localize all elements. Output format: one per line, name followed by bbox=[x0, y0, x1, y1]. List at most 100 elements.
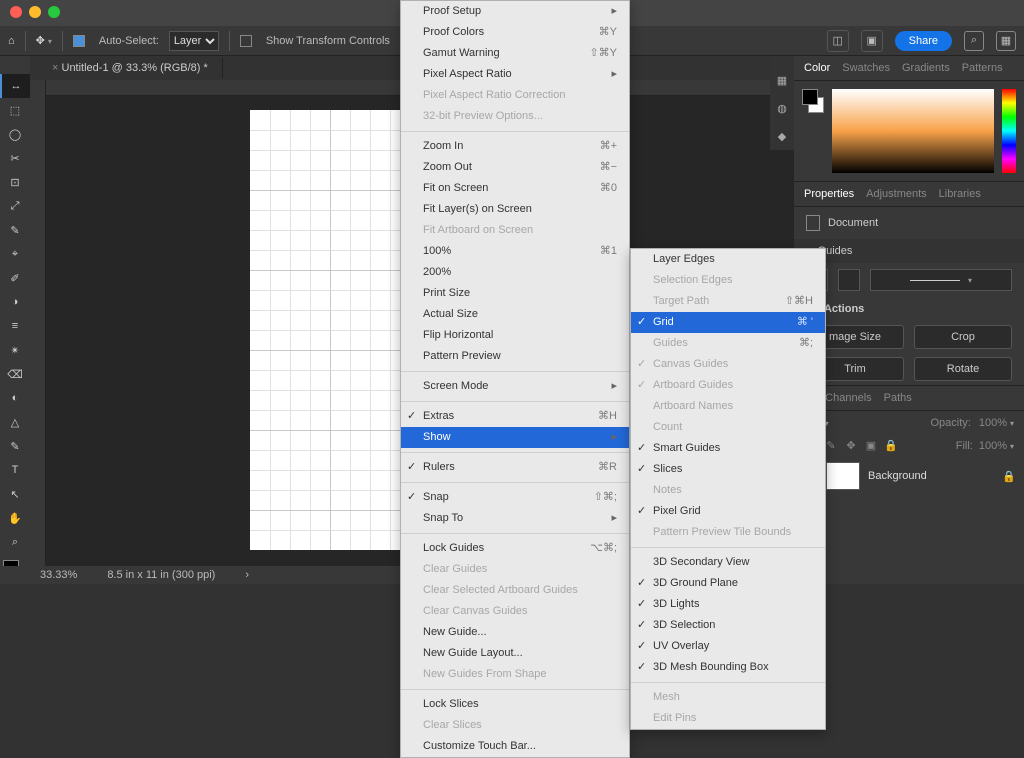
tool-button[interactable]: ↖ bbox=[0, 482, 30, 506]
tool-button[interactable]: ⊡ bbox=[0, 170, 30, 194]
rotate-button[interactable]: Rotate bbox=[914, 357, 1012, 381]
menu-item[interactable]: New Guide... bbox=[401, 622, 629, 643]
fullscreen-window-icon[interactable] bbox=[48, 6, 60, 18]
menu-item[interactable]: ✓Smart Guides bbox=[631, 438, 825, 459]
layer-thumbnail[interactable] bbox=[826, 462, 860, 490]
menu-item[interactable]: ✓3D Mesh Bounding Box bbox=[631, 657, 825, 678]
color-field[interactable] bbox=[832, 89, 994, 173]
menu-item[interactable]: 200% bbox=[401, 262, 629, 283]
panel-tab[interactable]: Properties bbox=[804, 188, 854, 200]
tool-button[interactable]: △ bbox=[0, 410, 30, 434]
menu-item[interactable]: ✓3D Selection bbox=[631, 615, 825, 636]
collapsed-panel-icon[interactable]: ▦ bbox=[770, 66, 794, 94]
menu-item[interactable]: ✓Rulers⌘R bbox=[401, 457, 629, 478]
menu-item[interactable]: ✓UV Overlay bbox=[631, 636, 825, 657]
tool-button[interactable]: ✴ bbox=[0, 338, 30, 362]
lock-icon[interactable]: 🔒 bbox=[1002, 470, 1016, 483]
panel-tab[interactable]: Paths bbox=[884, 392, 912, 404]
tool-button[interactable]: ✎ bbox=[0, 434, 30, 458]
search-icon[interactable]: ⌕ bbox=[964, 31, 984, 51]
tool-button[interactable]: ◐ bbox=[0, 386, 30, 410]
tool-button[interactable]: ✋ bbox=[0, 506, 30, 530]
menu-item[interactable]: Flip Horizontal bbox=[401, 325, 629, 346]
home-icon[interactable]: ⌂ bbox=[8, 35, 15, 47]
collapsed-panel-icon[interactable]: ◍ bbox=[770, 94, 794, 122]
layer-row[interactable]: 👁 Background 🔒 bbox=[794, 456, 1024, 496]
chevron-right-icon[interactable]: › bbox=[245, 569, 249, 581]
menu-item[interactable]: Lock Slices bbox=[401, 694, 629, 715]
menu-item[interactable]: Zoom In⌘+ bbox=[401, 136, 629, 157]
minimize-window-icon[interactable] bbox=[29, 6, 41, 18]
document-tab[interactable]: × Untitled-1 @ 33.3% (RGB/8) * bbox=[30, 58, 223, 78]
show-transform-checkbox[interactable] bbox=[240, 35, 252, 47]
hue-slider[interactable] bbox=[1002, 89, 1016, 173]
tool-button[interactable]: T bbox=[0, 458, 30, 482]
menu-item[interactable]: 100%⌘1 bbox=[401, 241, 629, 262]
guides-section-header[interactable]: ⌄Guides bbox=[794, 239, 1024, 263]
menu-item[interactable]: ✓Snap⇧⌘; bbox=[401, 487, 629, 508]
panel-tab[interactable]: Channels bbox=[825, 392, 871, 404]
panel-tab[interactable]: Adjustments bbox=[866, 188, 927, 200]
vertical-ruler[interactable] bbox=[30, 80, 46, 566]
menu-item[interactable]: Print Size bbox=[401, 283, 629, 304]
menu-item[interactable]: ✓Pixel Grid bbox=[631, 501, 825, 522]
auto-select-checkbox[interactable] bbox=[73, 35, 85, 47]
menu-item[interactable]: ✓Slices bbox=[631, 459, 825, 480]
foreground-background-swatch[interactable] bbox=[802, 89, 824, 173]
menu-item[interactable]: Pixel Aspect Ratio▸ bbox=[401, 64, 629, 85]
workspace-icon[interactable]: ▦ bbox=[996, 31, 1016, 51]
menu-item[interactable]: New Guide Layout... bbox=[401, 643, 629, 664]
menu-item[interactable]: Fit Layer(s) on Screen bbox=[401, 199, 629, 220]
tool-button[interactable]: ⬚ bbox=[0, 98, 30, 122]
menu-item[interactable]: Pattern Preview bbox=[401, 346, 629, 367]
transform-icon[interactable]: ◫ bbox=[827, 30, 849, 52]
menu-item[interactable]: Actual Size bbox=[401, 304, 629, 325]
opacity-field[interactable]: 100%▾ bbox=[979, 417, 1014, 429]
move-tool-icon[interactable]: ✥▾ bbox=[36, 34, 52, 47]
menu-item[interactable]: Lock Guides⌥⌘; bbox=[401, 538, 629, 559]
menu-item[interactable]: Zoom Out⌘− bbox=[401, 157, 629, 178]
tool-button[interactable]: ⌫ bbox=[0, 362, 30, 386]
tool-button[interactable]: ✐ bbox=[0, 266, 30, 290]
crop-button[interactable]: Crop bbox=[914, 325, 1012, 349]
document-info[interactable]: 8.5 in x 11 in (300 ppi) bbox=[107, 569, 215, 581]
menu-item[interactable]: ✓Grid⌘ ' bbox=[631, 312, 825, 333]
panel-tab[interactable]: Color bbox=[804, 62, 830, 74]
tool-button[interactable]: ⌖ bbox=[0, 242, 30, 266]
tool-button[interactable]: ◑ bbox=[0, 290, 30, 314]
fill-field[interactable]: 100%▾ bbox=[979, 440, 1014, 452]
tool-button[interactable]: ✎ bbox=[0, 218, 30, 242]
menu-item[interactable]: Proof Setup▸ bbox=[401, 1, 629, 22]
menu-item[interactable]: Fit on Screen⌘0 bbox=[401, 178, 629, 199]
tool-button[interactable]: ◯ bbox=[0, 122, 30, 146]
tool-button[interactable]: ⤢ bbox=[0, 194, 30, 218]
panel-tab[interactable]: Libraries bbox=[939, 188, 981, 200]
collapsed-panel-icon[interactable]: ◆ bbox=[770, 122, 794, 150]
panel-tab[interactable]: Patterns bbox=[962, 62, 1003, 74]
tool-button[interactable]: ✂ bbox=[0, 146, 30, 170]
lock-artboard-icon[interactable]: ▣ bbox=[864, 439, 878, 452]
tool-button[interactable]: ↔ bbox=[0, 74, 30, 98]
panel-tab[interactable]: Swatches bbox=[842, 62, 890, 74]
close-window-icon[interactable] bbox=[10, 6, 22, 18]
menu-item[interactable]: Snap To▸ bbox=[401, 508, 629, 529]
menu-item[interactable]: Gamut Warning⇧⌘Y bbox=[401, 43, 629, 64]
menu-item[interactable]: Show▸ bbox=[401, 427, 629, 448]
lock-all-icon[interactable]: 🔒 bbox=[884, 439, 898, 452]
menu-item[interactable]: Customize Touch Bar... bbox=[401, 736, 629, 757]
tab-close-icon[interactable]: × bbox=[52, 62, 58, 74]
guide-style-dropdown[interactable]: ▾ bbox=[870, 269, 1012, 291]
menu-item[interactable]: 3D Secondary View bbox=[631, 552, 825, 573]
auto-select-dropdown[interactable]: Layer bbox=[169, 31, 219, 51]
mask-icon[interactable]: ▣ bbox=[861, 30, 883, 52]
menu-item[interactable]: Layer Edges bbox=[631, 249, 825, 270]
guide-icon[interactable] bbox=[838, 269, 860, 291]
menu-item[interactable]: ✓3D Lights bbox=[631, 594, 825, 615]
share-button[interactable]: Share bbox=[895, 31, 952, 51]
fg-swatch[interactable] bbox=[802, 89, 818, 105]
lock-pixels-icon[interactable]: ✎ bbox=[824, 439, 838, 452]
zoom-level[interactable]: 33.33% bbox=[40, 569, 77, 581]
tool-button[interactable]: ⌕ bbox=[0, 530, 30, 554]
lock-position-icon[interactable]: ✥ bbox=[844, 439, 858, 452]
menu-item[interactable]: Proof Colors⌘Y bbox=[401, 22, 629, 43]
